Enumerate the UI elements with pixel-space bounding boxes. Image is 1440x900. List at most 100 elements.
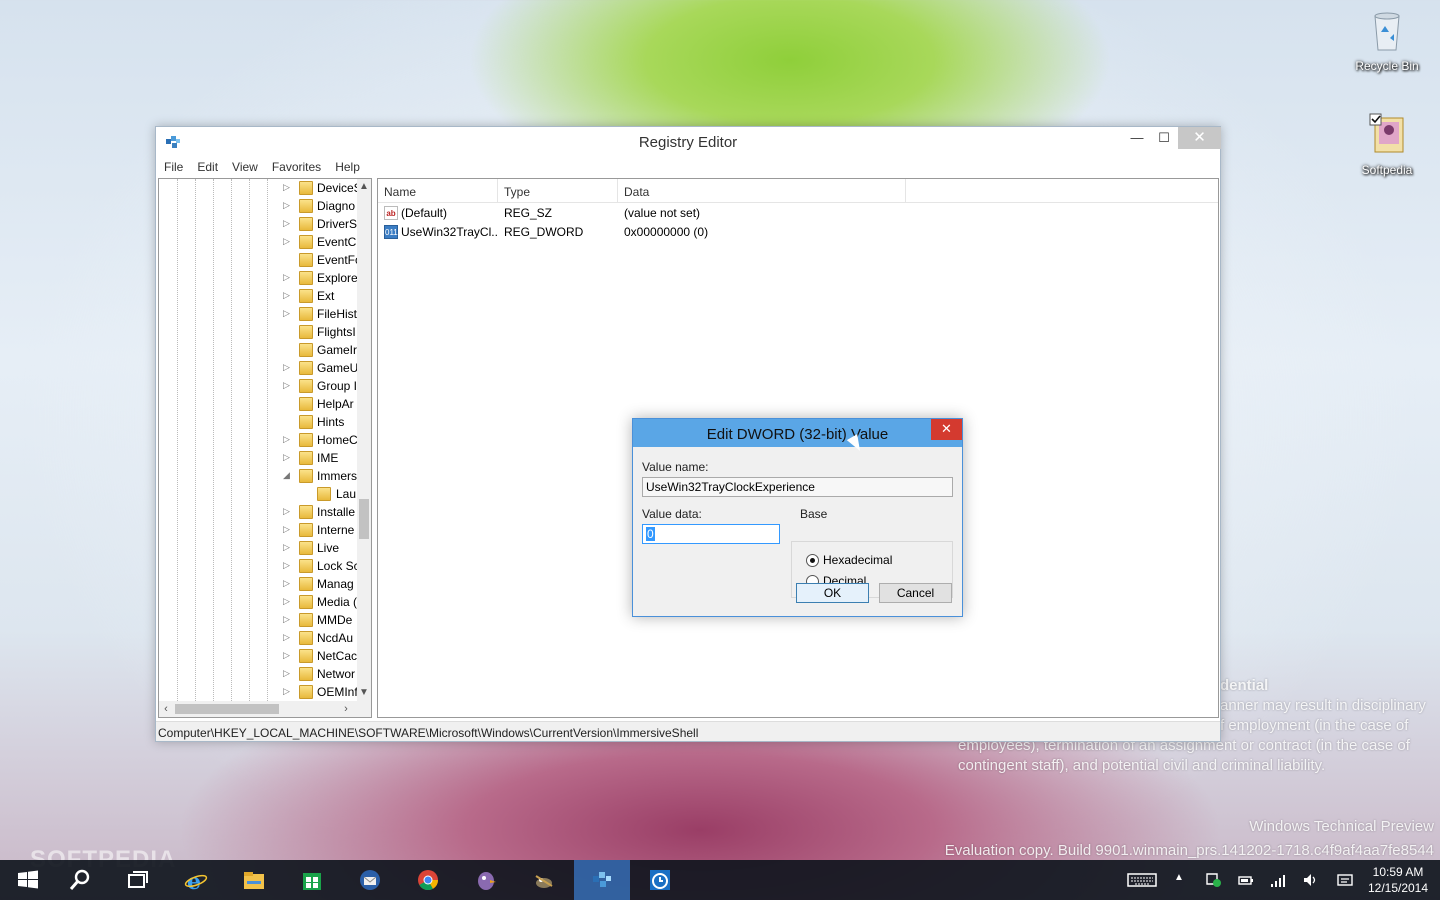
tree-expander-icon[interactable]: ▷ [283,452,293,463]
tree-item[interactable]: ▷ EventC [159,233,357,251]
tree-vertical-scrollbar[interactable]: ▲ ▼ [357,179,371,701]
close-button[interactable]: ✕ [1178,127,1221,149]
tree-expander-icon[interactable]: ▷ [283,596,293,607]
tree-expander-icon[interactable]: ▷ [283,506,293,517]
tree-item[interactable]: ▷ GameU [159,359,357,377]
ok-button[interactable]: OK [796,583,869,603]
task-view-button[interactable] [110,860,166,900]
taskbar-pidgin[interactable] [458,860,514,900]
tree-item[interactable]: GameIr [159,341,357,359]
tree-item[interactable]: ▷ NetCac [159,647,357,665]
maximize-button[interactable]: ☐ [1151,127,1177,149]
tree-item[interactable]: Hints [159,413,357,431]
tree-expander-icon[interactable]: ▷ [283,560,293,571]
tree-item[interactable]: ▷ Interne [159,521,357,539]
taskbar-chrome[interactable] [400,860,456,900]
window-titlebar[interactable]: Registry Editor — ☐ ✕ [156,127,1221,157]
scroll-left-icon[interactable]: ‹ [159,701,173,717]
tree-item[interactable]: ▷ IME [159,449,357,467]
tree-item[interactable]: ▷ DeviceS [159,179,357,197]
tree-item[interactable]: ▷ HomeC [159,431,357,449]
show-hidden-icons-icon[interactable]: ▲ [1174,872,1184,900]
tree-expander-icon[interactable]: ▷ [283,578,293,589]
tree-expander-icon[interactable]: ▷ [283,308,293,319]
taskbar-thunderbird[interactable] [342,860,398,900]
value-row-usewin32trayclock[interactable]: 011 UseWin32TrayCl... REG_DWORD 0x0000000… [378,222,1218,241]
value-name-field[interactable] [642,477,953,497]
tree-expander-icon[interactable]: ▷ [283,362,293,373]
tree-item[interactable]: ▷ Explore [159,269,357,287]
system-clock[interactable]: 10:59 AM 12/15/2014 [1362,864,1434,896]
taskbar-alarms[interactable] [632,860,688,900]
menu-help[interactable]: Help [335,160,360,174]
dialog-titlebar[interactable]: Edit DWORD (32-bit) Value ✕ [633,419,962,447]
taskbar-store[interactable] [284,860,340,900]
tree-item[interactable]: ▷ FileHist [159,305,357,323]
value-row-default[interactable]: ab (Default) REG_SZ (value not set) [378,203,1218,222]
tree-item[interactable]: ◢ Immers [159,467,357,485]
column-name[interactable]: Name [378,179,498,202]
tree-expander-icon[interactable]: ▷ [283,614,293,625]
hexadecimal-radio[interactable]: Hexadecimal [806,553,892,567]
scroll-down-icon[interactable]: ▼ [357,687,371,698]
tree-horizontal-scrollbar[interactable]: ‹ › [159,701,371,717]
notifications-icon[interactable] [1337,872,1353,888]
cancel-button[interactable]: Cancel [879,583,952,603]
action-center-icon[interactable] [1205,872,1221,888]
start-button[interactable] [0,860,56,900]
dialog-close-button[interactable]: ✕ [931,419,962,440]
softpedia-shortcut[interactable]: Softpedia [1347,112,1427,177]
taskbar-gimp[interactable] [516,860,572,900]
tree-expander-icon[interactable]: ▷ [283,434,293,445]
tree-expander-icon[interactable]: ▷ [283,650,293,661]
column-data[interactable]: Data [618,179,906,202]
tree-item[interactable]: ▷ Ext [159,287,357,305]
tree-item[interactable]: ▷ DriverS [159,215,357,233]
tree-hscroll-thumb[interactable] [175,704,279,714]
tree-item[interactable]: HelpAr [159,395,357,413]
tree-item[interactable]: ▷ Manag [159,575,357,593]
search-button[interactable] [52,860,108,900]
tree-expander-icon[interactable]: ▷ [283,218,293,229]
taskbar-file-explorer[interactable] [226,860,282,900]
tree-scroll-thumb[interactable] [359,499,369,539]
tree-item[interactable]: ▷ Media ( [159,593,357,611]
tree-expander-icon[interactable]: ▷ [283,524,293,535]
scroll-right-icon[interactable]: › [339,701,353,717]
taskbar-registry-editor[interactable] [574,860,630,900]
volume-icon[interactable] [1302,872,1318,888]
tree-item[interactable]: ▷ Networ [159,665,357,683]
tree-item[interactable]: ▷ OEMInf [159,683,357,701]
scroll-up-icon[interactable]: ▲ [357,181,371,192]
tree-expander-icon[interactable]: ▷ [283,290,293,301]
tree-expander-icon[interactable]: ▷ [283,668,293,679]
tree-item[interactable]: ▷ Diagno [159,197,357,215]
tree-item[interactable]: FlightsI [159,323,357,341]
tree-item[interactable]: Lau [159,485,357,503]
tree-expander-icon[interactable]: ▷ [283,686,293,697]
tree-expander-icon[interactable]: ◢ [283,470,293,481]
minimize-button[interactable]: — [1124,127,1150,149]
tree-expander-icon[interactable]: ▷ [283,182,293,193]
tree-expander-icon[interactable]: ▷ [283,542,293,553]
battery-icon[interactable] [1238,872,1254,888]
tree-expander-icon[interactable]: ▷ [283,272,293,283]
tree-expander-icon[interactable]: ▷ [283,380,293,391]
network-signal-icon[interactable] [1270,872,1286,888]
menu-edit[interactable]: Edit [197,160,218,174]
tree-item[interactable]: EventFo [159,251,357,269]
menu-file[interactable]: File [164,160,183,174]
recycle-bin-shortcut[interactable]: Recycle Bin [1347,8,1427,73]
menu-view[interactable]: View [232,160,258,174]
tree-item[interactable]: ▷ Live [159,539,357,557]
value-data-field[interactable]: 0 [642,524,780,544]
tree-expander-icon[interactable]: ▷ [283,200,293,211]
tree-expander-icon[interactable]: ▷ [283,236,293,247]
tree-expander-icon[interactable]: ▷ [283,632,293,643]
tree-item[interactable]: ▷ Lock Sc [159,557,357,575]
tree-item[interactable]: ▷ Group I [159,377,357,395]
tree-item[interactable]: ▷ MMDe [159,611,357,629]
tree-item[interactable]: ▷ NcdAu [159,629,357,647]
column-type[interactable]: Type [498,179,618,202]
menu-favorites[interactable]: Favorites [272,160,321,174]
